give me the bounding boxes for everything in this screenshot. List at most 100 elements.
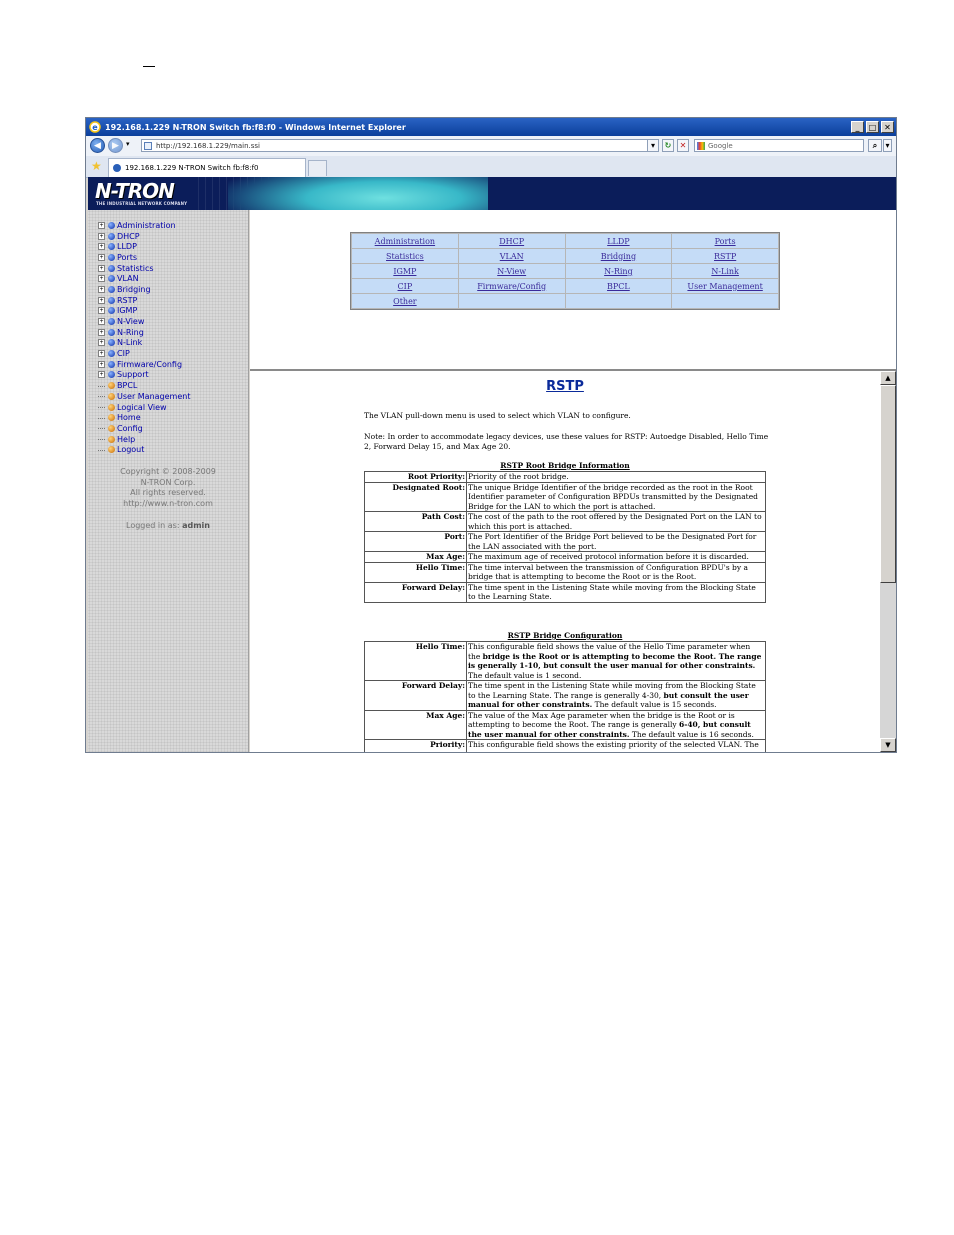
sidebar-item-help[interactable]: Help (98, 434, 190, 445)
sidebar-item-n-link[interactable]: + N-Link (98, 338, 190, 349)
new-tab-button[interactable] (308, 160, 327, 176)
sidebar-item-n-ring[interactable]: + N-Ring (98, 327, 190, 338)
topic-link-cip[interactable]: CIP (398, 282, 413, 291)
minimize-button[interactable]: _ (851, 121, 864, 133)
sidebar-item-bridging[interactable]: + Bridging (98, 284, 190, 295)
topic-link-vlan[interactable]: VLAN (500, 252, 524, 261)
sidebar-item-support[interactable]: + Support (98, 370, 190, 381)
sidebar-item-statistics[interactable]: + Statistics (98, 263, 190, 274)
sidebar-item-cip[interactable]: + CIP (98, 348, 190, 359)
topic-link-other[interactable]: Other (393, 297, 416, 306)
expand-icon[interactable]: + (98, 307, 105, 315)
search-button[interactable]: ⌕ (868, 139, 882, 152)
topic-link-statistics[interactable]: Statistics (386, 252, 424, 261)
help-topics-table: Administration DHCP LLDP Ports Statistics VLA… (350, 232, 780, 310)
maximize-button[interactable]: □ (866, 121, 879, 133)
scroll-down-button[interactable]: ▼ (880, 738, 896, 752)
sidebar-item-dhcp[interactable]: + DHCP (98, 231, 190, 242)
sidebar-item-label: User Management (117, 391, 191, 401)
expand-icon[interactable]: + (98, 371, 105, 379)
expand-icon[interactable]: + (98, 318, 105, 326)
topic-link-bridging[interactable]: Bridging (601, 252, 636, 261)
topic-link-igmp[interactable]: IGMP (393, 267, 416, 276)
tab-current[interactable]: 192.168.1.229 N-TRON Switch fb:f8:f0 (108, 158, 306, 177)
expand-icon[interactable]: + (98, 243, 105, 251)
link-row: IGMP N-View N-Ring N-Link (352, 264, 778, 278)
link-cell: Firmware/Config (458, 279, 565, 293)
search-box[interactable]: Google (694, 139, 864, 152)
table-row: Path Cost: The cost of the path to the ro… (364, 511, 766, 532)
sidebar-item-label: CIP (117, 349, 130, 359)
sidebar-item-ports[interactable]: + Ports (98, 252, 190, 263)
param-label: Forward Delay: (364, 680, 467, 711)
sidebar-item-logical-view[interactable]: Logical View (98, 402, 190, 413)
back-button[interactable]: ◀ (90, 138, 105, 153)
topic-link-firmware-config[interactable]: Firmware/Config (477, 282, 546, 291)
topic-link-user-management[interactable]: User Management (687, 282, 762, 291)
page-bullet-icon (108, 424, 115, 432)
help-title: RSTP (546, 379, 584, 394)
link-cell (565, 294, 672, 308)
expand-icon[interactable]: + (98, 221, 105, 229)
sidebar-item-label: BPCL (117, 381, 138, 391)
param-label: Max Age: (364, 551, 467, 563)
sidebar-item-n-view[interactable]: + N-View (98, 316, 190, 327)
topic-link-bpcl[interactable]: BPCL (607, 282, 630, 291)
expand-icon[interactable]: + (98, 339, 105, 347)
sidebar-item-home[interactable]: Home (98, 412, 190, 423)
link-cell: DHCP (458, 234, 565, 248)
scroll-thumb[interactable] (880, 385, 896, 583)
sidebar-item-logout[interactable]: Logout (98, 444, 190, 455)
topic-link-n-view[interactable]: N-View (497, 267, 526, 276)
sidebar-item-firmware-config[interactable]: + Firmware/Config (98, 359, 190, 370)
sidebar-item-label: N-Link (117, 338, 143, 348)
topic-link-ports[interactable]: Ports (715, 237, 736, 246)
close-button[interactable]: ✕ (881, 121, 894, 133)
topic-link-rstp[interactable]: RSTP (714, 252, 736, 261)
address-dropdown-icon[interactable]: ▾ (647, 139, 659, 152)
favorites-star-icon[interactable]: ★ (91, 159, 102, 173)
content-scrollbar[interactable]: ▲ ▼ (880, 371, 896, 752)
expand-icon[interactable]: + (98, 264, 105, 272)
expand-icon[interactable]: + (98, 275, 105, 283)
address-bar[interactable]: http://192.168.1.229/main.ssi (141, 139, 656, 152)
topic-link-n-ring[interactable]: N-Ring (604, 267, 633, 276)
expand-icon[interactable]: + (98, 296, 105, 304)
param-description: The unique Bridge Identifier of the brid… (466, 481, 766, 512)
topic-link-dhcp[interactable]: DHCP (499, 237, 524, 246)
expand-icon[interactable]: + (98, 232, 105, 240)
topic-link-lldp[interactable]: LLDP (607, 237, 629, 246)
expand-icon[interactable]: + (98, 285, 105, 293)
folder-bullet-icon (108, 328, 115, 336)
sidebar-item-rstp[interactable]: + RSTP (98, 295, 190, 306)
recent-pages-chevron-icon[interactable]: ▾ (126, 140, 130, 148)
sidebar-item-label: Statistics (117, 263, 154, 273)
sidebar-item-vlan[interactable]: + VLAN (98, 273, 190, 284)
expand-icon[interactable]: + (98, 360, 105, 368)
ntron-tagline: THE INDUSTRIAL NETWORK COMPANY (96, 201, 188, 206)
sidebar-item-label: Config (117, 423, 143, 433)
search-options-chevron-icon[interactable]: ▾ (883, 139, 892, 152)
sidebar-item-label: Logical View (117, 402, 167, 412)
sidebar-item-label: Support (117, 370, 149, 380)
forward-button[interactable]: ▶ (108, 138, 123, 153)
topic-link-administration[interactable]: Administration (375, 237, 435, 246)
folder-bullet-icon (108, 243, 115, 251)
sidebar-item-bpcl[interactable]: BPCL (98, 380, 190, 391)
sidebar-item-lldp[interactable]: + LLDP (98, 241, 190, 252)
link-cell: CIP (352, 279, 458, 293)
scroll-up-button[interactable]: ▲ (880, 371, 896, 385)
stop-button[interactable]: ✕ (677, 139, 689, 152)
sidebar-item-igmp[interactable]: + IGMP (98, 306, 190, 317)
folder-bullet-icon (108, 307, 115, 315)
sidebar-item-user-management[interactable]: User Management (98, 391, 190, 402)
param-description: The time interval between the transmissi… (466, 561, 766, 583)
refresh-button[interactable]: ↻ (662, 139, 674, 152)
topic-link-n-link[interactable]: N-Link (711, 267, 739, 276)
link-cell: LLDP (565, 234, 672, 248)
sidebar-item-config[interactable]: Config (98, 423, 190, 434)
expand-icon[interactable]: + (98, 328, 105, 336)
sidebar-item-administration[interactable]: + Administration (98, 220, 190, 231)
expand-icon[interactable]: + (98, 253, 105, 261)
expand-icon[interactable]: + (98, 350, 105, 358)
